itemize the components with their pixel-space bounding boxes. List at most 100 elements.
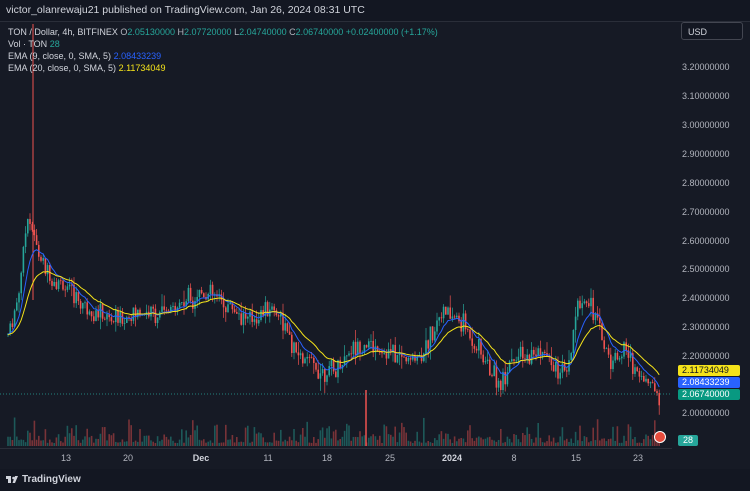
volume-bar <box>258 432 260 446</box>
candle-body <box>610 354 612 370</box>
volume-bar <box>359 431 361 446</box>
candle-body <box>643 375 645 382</box>
volume-bar <box>546 441 548 446</box>
volume-bar <box>11 440 14 446</box>
volume-bar <box>544 442 546 446</box>
volume-bar <box>361 436 363 446</box>
volume-bar <box>570 438 572 446</box>
volume-bar <box>273 432 275 446</box>
candle-body <box>293 342 295 353</box>
volume-bar <box>383 424 385 446</box>
candle-body <box>240 313 242 325</box>
volume-bar <box>423 417 425 446</box>
candle-body <box>592 297 594 321</box>
volume-bar <box>566 438 568 446</box>
candle-body <box>396 355 399 363</box>
candle-body <box>504 371 506 385</box>
volume-bar <box>269 442 271 446</box>
candle-body <box>346 355 348 357</box>
candle-body <box>288 331 291 335</box>
candle-body <box>603 340 605 349</box>
volume-bar <box>332 431 335 446</box>
volume-bar <box>282 441 284 446</box>
candle-body <box>86 302 88 315</box>
volume-bar <box>185 430 187 446</box>
volume-bar <box>473 440 476 446</box>
candle-body <box>526 354 528 359</box>
volume-bar <box>612 426 614 446</box>
volume-bar <box>354 436 357 446</box>
volume-bar <box>200 440 203 446</box>
volume-bar <box>519 442 522 446</box>
volume-bar <box>7 436 9 446</box>
volume-bar <box>161 439 163 446</box>
volume-bar <box>236 436 238 446</box>
volume-bar <box>599 440 601 446</box>
candle-body <box>302 353 304 364</box>
volume-bar <box>22 439 25 446</box>
candle-body <box>90 311 93 317</box>
candle-body <box>53 281 55 286</box>
candle-body <box>559 372 561 379</box>
time-tick: 25 <box>384 453 396 463</box>
tradingview-logo[interactable]: TradingView <box>6 473 81 485</box>
candle-body <box>651 382 654 384</box>
volume-bar <box>330 438 333 446</box>
candle-body <box>365 345 368 348</box>
volume-bar <box>181 429 183 446</box>
volume-bar <box>409 441 412 446</box>
volume-bar <box>495 441 498 446</box>
currency-button[interactable]: USD <box>681 22 743 40</box>
volume-bar <box>537 422 539 446</box>
volume-bar <box>469 425 471 446</box>
volume-label[interactable]: Vol · TON <box>8 39 47 49</box>
volume-bar <box>482 439 484 446</box>
volume-bar <box>304 436 306 446</box>
candle-body <box>324 369 326 382</box>
candle-body <box>315 363 317 370</box>
symbol-title[interactable]: TON / Dollar, 4h, BITFINEX <box>8 27 118 37</box>
volume-bar <box>348 425 350 446</box>
volume-bar <box>233 442 236 446</box>
candle-body <box>229 303 231 305</box>
ema9-label[interactable]: EMA (9, close, 0, SMA, 5) <box>8 51 111 61</box>
ema20-label[interactable]: EMA (20, close, 0, SMA, 5) <box>8 63 116 73</box>
candle-body <box>394 344 396 363</box>
ema9-price-tag: 2.08433239 <box>678 377 740 388</box>
time-tick: 11 <box>263 453 273 463</box>
volume-bar <box>429 442 432 446</box>
us-flag-icon[interactable] <box>654 431 666 443</box>
volume-bar <box>440 431 443 446</box>
volume-bar <box>220 442 223 446</box>
candle-body <box>574 316 577 330</box>
volume-bar <box>271 442 273 446</box>
candle-body <box>493 365 495 377</box>
volume-bar <box>372 434 374 446</box>
candle-body <box>313 357 315 364</box>
volume-bar <box>594 440 597 446</box>
candle-body <box>449 307 451 319</box>
price-tick: 2.00000000 <box>682 408 730 418</box>
time-axis[interactable]: 13 20 Dec 11 18 25 2024 8 15 23 <box>0 448 672 468</box>
candle-body <box>99 303 102 318</box>
candle-body <box>33 229 36 236</box>
volume-bar <box>478 436 480 446</box>
candle-body <box>645 378 647 382</box>
candle-body <box>467 329 469 331</box>
volume-bar <box>231 435 234 446</box>
candle-body <box>66 286 69 290</box>
candle-body <box>255 319 258 324</box>
volume-bar <box>394 426 396 446</box>
volume-bar <box>508 438 511 446</box>
candle-body <box>475 348 478 351</box>
time-tick: 20 <box>122 453 134 463</box>
volume-bar <box>563 440 566 446</box>
volume-bar <box>183 442 185 446</box>
volume-bar <box>90 435 93 446</box>
candle-body <box>555 361 557 372</box>
volume-bar <box>596 419 599 446</box>
volume-bar <box>178 439 181 446</box>
candle-body <box>183 302 185 307</box>
volume-bar <box>189 434 192 446</box>
volume-bar <box>31 440 33 446</box>
